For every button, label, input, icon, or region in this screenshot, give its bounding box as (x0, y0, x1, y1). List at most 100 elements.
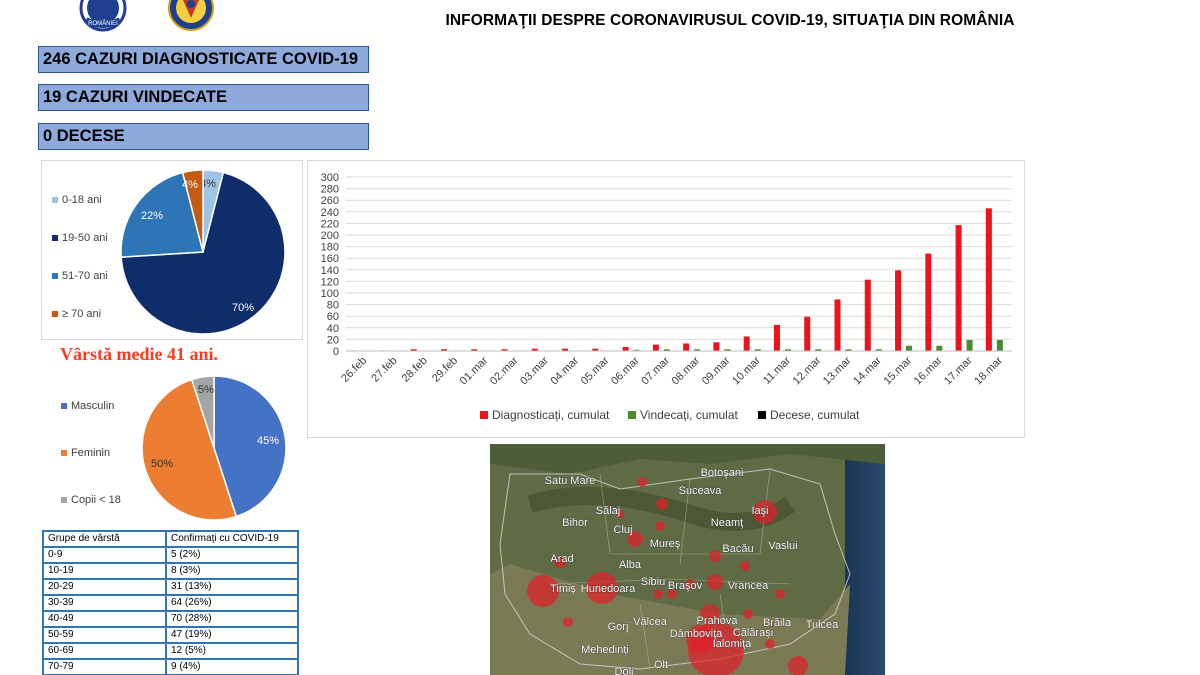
legend-swatch (52, 311, 58, 318)
bar (966, 339, 973, 351)
county-label: Suceava (679, 485, 723, 497)
table-cell: 30-39 (42, 594, 167, 612)
county-label: Dolj (615, 666, 634, 675)
x-tick-label: 05.mar (579, 354, 612, 387)
county-label: Arad (550, 553, 573, 565)
y-tick-label: 60 (327, 311, 339, 323)
table-row: 10-19 8 (3%) (42, 562, 299, 580)
x-tick-label: 03.mar (518, 354, 551, 387)
county-label: Hunedoara (581, 583, 636, 595)
y-tick-label: 260 (321, 195, 339, 207)
table-cell: 70 (28%) (165, 610, 299, 628)
y-tick-label: 0 (333, 346, 339, 358)
bar (622, 346, 629, 351)
case-bubble (709, 550, 721, 562)
x-tick-label: 16.mar (912, 354, 945, 387)
page-title: INFORMAŢII DESPRE CORONAVIRUSUL COVID-19… (445, 12, 1015, 29)
y-tick-label: 240 (321, 207, 339, 219)
legend-swatch (52, 197, 58, 204)
logo-text: ROMÂNIEI (88, 20, 118, 27)
table-cell: 31 (13%) (165, 578, 299, 596)
table-cell: 0-9 (42, 546, 167, 564)
x-tick-label: 02.mar (488, 354, 521, 387)
legend-item: Copii < 18 (61, 494, 121, 506)
table-row: 40-49 70 (28%) (42, 610, 299, 628)
pie-data-label: 22% (141, 210, 163, 222)
legend-swatch (61, 497, 67, 504)
county-label: Timiş (550, 583, 576, 595)
bar (936, 345, 943, 351)
x-tick-label: 15.mar (881, 354, 914, 387)
county-label: Vrancea (728, 580, 769, 592)
legend-label: Decese, cumulat (770, 408, 860, 422)
y-tick-label: 200 (321, 230, 339, 242)
legend-item: 19-50 ani (52, 232, 108, 244)
x-tick-label: 28.feb (400, 355, 430, 385)
x-tick-label: 07.mar (639, 354, 672, 387)
case-bubble (740, 561, 750, 571)
legend-item: Masculin (61, 400, 114, 412)
case-bubble (775, 589, 785, 599)
table-cell: 12 (5%) (165, 642, 299, 660)
legend-label: Vindecați, cumulat (640, 408, 739, 422)
table-row: 0-9 5 (2%) (42, 546, 299, 564)
x-tick-label: 11.mar (761, 354, 793, 386)
bar (996, 339, 1003, 351)
table-header-cell: Confirmaţi cu COVID-19 (165, 530, 299, 548)
y-tick-label: 20 (327, 334, 339, 346)
legend-item: Diagnosticați, cumulat (480, 408, 610, 422)
y-tick-label: 40 (327, 323, 339, 335)
y-tick-label: 80 (327, 300, 339, 312)
legend-swatch (61, 450, 67, 457)
legend-item: Feminin (61, 447, 110, 459)
table-cell: 10-19 (42, 562, 167, 580)
bar (713, 342, 720, 351)
legend-label: Feminin (71, 447, 111, 459)
county-label: Gorj (608, 621, 629, 633)
case-bubble (637, 477, 647, 487)
average-age-text: Vârstă medie 41 ani. (60, 344, 218, 364)
bar (985, 208, 992, 351)
county-label: Cluj (614, 524, 633, 536)
case-bubble (765, 639, 775, 649)
case-bubble (656, 498, 668, 510)
bar (773, 324, 780, 351)
x-tick-label: 26.feb (339, 355, 369, 385)
county-label: Călăraşi (733, 627, 773, 639)
county-label: Tulcea (806, 619, 839, 631)
legend-label: 0-18 ani (62, 194, 102, 206)
table-cell: 60-69 (42, 642, 167, 660)
county-label: Prahova (697, 615, 739, 627)
age-pie-panel: 0-18 ani 19-50 ani 51-70 ani ≥ 70 ani 4% 70%… (41, 160, 303, 340)
x-tick-label: 29.feb (430, 355, 460, 385)
x-tick-label: 06.mar (609, 354, 642, 387)
bar (864, 279, 871, 351)
county-label: Vâlcea (633, 616, 668, 628)
bar (955, 225, 962, 351)
cumulative-bar-chart: 0204060801001201401601802002202402602803… (321, 172, 1012, 422)
x-tick-label: 13.mar (821, 354, 854, 387)
age-group-table: Grupe de vârstă Confirmaţi cu COVID-19 0-9… (42, 530, 299, 675)
y-tick-label: 160 (321, 253, 339, 265)
x-tick-label: 08.mar (670, 354, 703, 387)
gender-pie-chart: 45% 50% 5% (141, 375, 287, 521)
bar (906, 345, 913, 351)
county-label: Sălaj (596, 505, 620, 517)
county-label: Bihor (562, 517, 588, 529)
x-tick-label: 27.feb (369, 355, 399, 385)
recovered-count-box: 19 CAZURI VINDECATE (38, 84, 369, 111)
legend-swatch (480, 411, 488, 419)
table-cell: 50-59 (42, 626, 167, 644)
county-label: Ialomiţa (713, 638, 752, 650)
table-row: 70-79 9 (4%) (42, 658, 299, 675)
table-cell: 5 (2%) (165, 546, 299, 564)
legend-item: 51-70 ani (52, 270, 108, 282)
county-label: Mureş (650, 538, 681, 550)
diagnosed-count-box: 246 CAZURI DIAGNOSTICATE COVID-19 (38, 46, 369, 73)
legend-swatch (52, 235, 58, 242)
age-pie-chart: 4%70%22%4% (120, 169, 286, 335)
case-bubble (563, 617, 573, 627)
county-label: Satu Mare (545, 475, 596, 487)
romania-cases-map: Satu Mare Botoşani Suceava Sălaj Iaşi Bihor Ne… (490, 444, 885, 675)
x-tick-label: 04.mar (548, 354, 581, 387)
